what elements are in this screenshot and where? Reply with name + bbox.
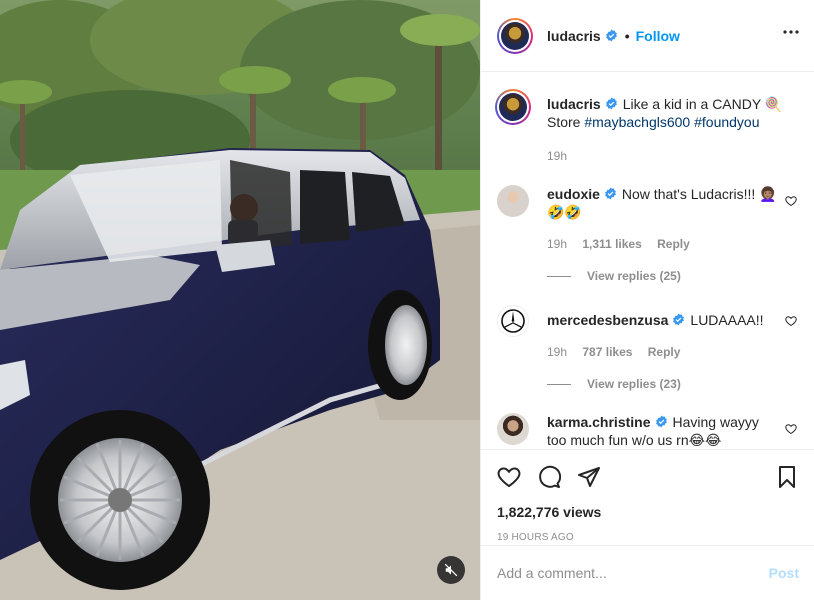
- verified-badge-icon: [673, 313, 685, 326]
- share-button[interactable]: [577, 465, 601, 489]
- comment-bubble-icon: [539, 465, 561, 488]
- comment-input[interactable]: [497, 565, 769, 581]
- caption-username[interactable]: ludacris: [547, 96, 601, 112]
- hashtag-link[interactable]: #foundyou: [694, 114, 759, 130]
- hashtag-link[interactable]: #maybachgls600: [584, 114, 690, 130]
- caption-time[interactable]: 19h: [547, 149, 567, 163]
- post-actions: 1,822,776 views 19 HOURS AGO: [481, 449, 814, 545]
- comment-username[interactable]: eudoxie: [547, 186, 600, 202]
- reply-button[interactable]: Reply: [648, 345, 681, 359]
- heart-icon[interactable]: [785, 195, 797, 207]
- heart-icon: [497, 467, 521, 488]
- caption: ludacris Like a kid in a CANDY 🍭 Store #m…: [495, 89, 799, 163]
- commenter-avatar[interactable]: [497, 413, 529, 445]
- post-header: ludacris • Follow: [481, 0, 814, 72]
- post-video[interactable]: [0, 0, 480, 600]
- caption-avatar[interactable]: [495, 89, 531, 125]
- paper-plane-icon: [578, 467, 600, 487]
- view-replies-button[interactable]: View replies (23): [547, 377, 799, 391]
- commenter-avatar[interactable]: [497, 305, 529, 337]
- verified-badge-icon: [604, 187, 616, 200]
- comment-username[interactable]: mercedesbenzusa: [547, 312, 668, 328]
- speaker-muted-icon: [444, 563, 458, 577]
- more-horizontal-icon[interactable]: [783, 30, 799, 34]
- verified-badge-icon: [655, 415, 667, 428]
- comments-list[interactable]: ludacris Like a kid in a CANDY 🍭 Store #m…: [481, 73, 814, 449]
- commenter-avatar[interactable]: [497, 185, 529, 217]
- comment-time[interactable]: 19h: [547, 237, 567, 251]
- add-comment-bar: Post: [481, 545, 814, 600]
- save-button[interactable]: [775, 465, 799, 489]
- comment-likes[interactable]: 787 likes: [582, 345, 632, 359]
- heart-icon[interactable]: [785, 423, 797, 435]
- divider-line: [547, 275, 571, 277]
- view-count[interactable]: 1,822,776 views: [497, 504, 799, 520]
- view-replies-label: View replies (23): [587, 377, 681, 391]
- post-timestamp[interactable]: 19 HOURS AGO: [497, 532, 799, 543]
- post-comment-button[interactable]: Post: [769, 565, 799, 581]
- divider-line: [547, 383, 571, 385]
- author-username[interactable]: ludacris: [547, 28, 601, 44]
- video-frame-image: [0, 0, 480, 600]
- mercedes-logo-icon: [501, 309, 525, 333]
- bookmark-icon: [779, 466, 795, 488]
- follow-button[interactable]: Follow: [636, 28, 680, 44]
- comment-button[interactable]: [537, 465, 561, 489]
- post-details-panel: ludacris • Follow ludacris Like a kid in …: [480, 0, 814, 600]
- comment-item: karma.christine Having wayyy too much fun…: [497, 413, 799, 449]
- verified-badge-icon: [605, 29, 617, 42]
- comment-text: LUDAAAA!!: [690, 312, 764, 328]
- comment-time[interactable]: 19h: [547, 345, 567, 359]
- comment-item: eudoxie Now that's Ludacris!!! 👩🏽‍🦱🤣🤣 19h…: [497, 185, 799, 283]
- view-replies-label: View replies (25): [587, 269, 681, 283]
- heart-icon[interactable]: [785, 315, 797, 327]
- comment-likes[interactable]: 1,311 likes: [582, 237, 641, 251]
- reply-button[interactable]: Reply: [657, 237, 690, 251]
- view-replies-button[interactable]: View replies (25): [547, 269, 799, 283]
- comment-item: mercedesbenzusa LUDAAAA!! 19h 787 likes R…: [497, 305, 799, 391]
- mute-button[interactable]: [437, 556, 465, 584]
- comment-username[interactable]: karma.christine: [547, 414, 651, 430]
- author-avatar[interactable]: [497, 17, 533, 54]
- verified-badge-icon: [605, 97, 617, 110]
- separator-dot: •: [624, 27, 630, 44]
- like-button[interactable]: [497, 465, 521, 489]
